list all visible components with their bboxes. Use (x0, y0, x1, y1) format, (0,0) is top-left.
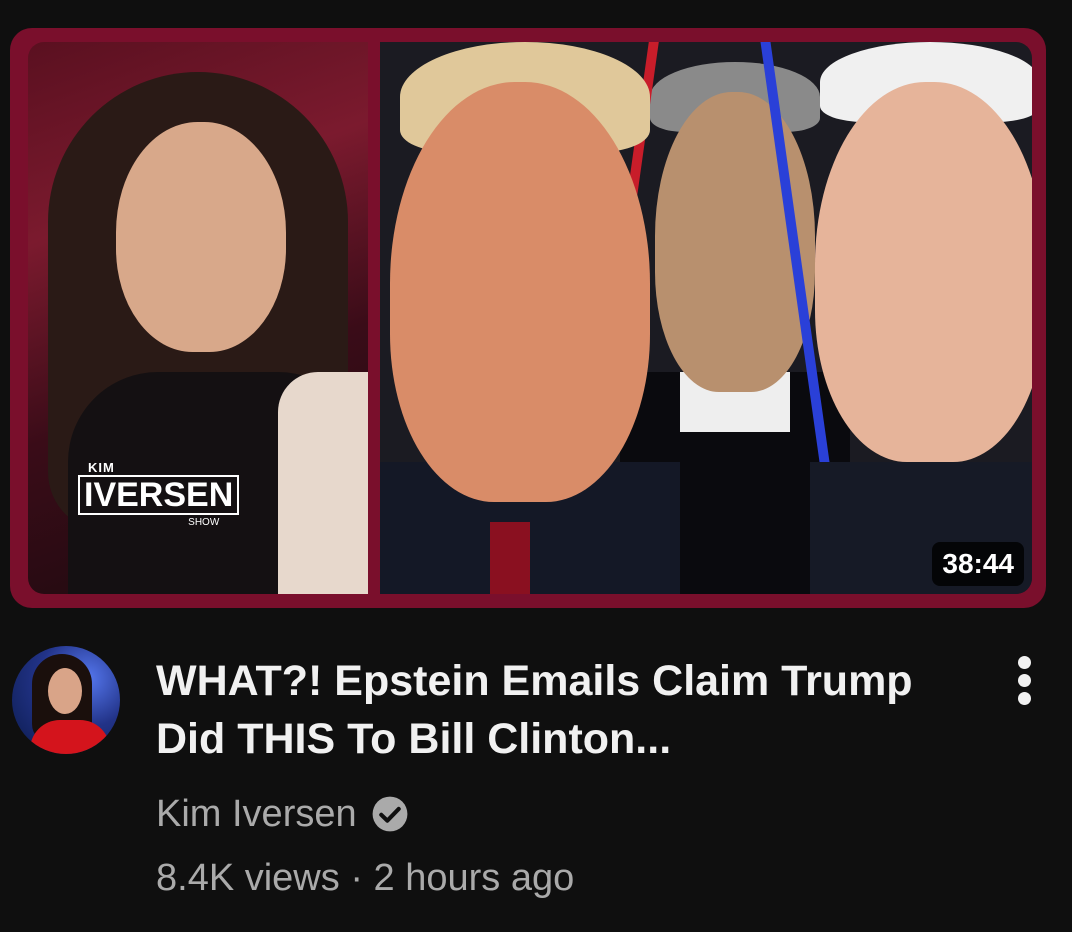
figure1-face (390, 82, 650, 502)
channel-name[interactable]: Kim Iversen (156, 790, 357, 838)
host-face (116, 122, 286, 352)
video-card[interactable]: KIM IVERSEN SHOW 38:44 WHAT?! Epstein Em… (0, 0, 1072, 932)
more-vert-icon (1017, 656, 1031, 669)
avatar-face (48, 668, 82, 714)
logo-kim-text: KIM (88, 460, 115, 475)
logo-show-text: SHOW (188, 517, 220, 528)
check-circle-icon (372, 796, 408, 832)
more-vert-icon-dot (1017, 692, 1031, 705)
figure1-tie (490, 522, 530, 594)
thumbnail-host-panel: KIM IVERSEN SHOW (28, 42, 368, 594)
channel-row[interactable]: Kim Iversen (156, 790, 409, 838)
figure3-face (815, 82, 1032, 462)
logo-main-text: IVERSEN (78, 475, 240, 515)
channel-avatar[interactable] (12, 646, 120, 754)
more-vert-icon-dot (1017, 674, 1031, 687)
show-logo: KIM IVERSEN SHOW (78, 460, 240, 528)
video-title[interactable]: WHAT?! Epstein Emails Claim Trump Did TH… (156, 652, 976, 768)
view-count: 8.4K views (156, 857, 340, 899)
video-metadata: 8.4K views · 2 hours ago (156, 854, 574, 902)
duration-badge: 38:44 (932, 542, 1024, 586)
more-options-button[interactable] (1004, 656, 1044, 712)
upload-age: 2 hours ago (373, 857, 575, 899)
avatar-body (30, 720, 110, 754)
host-jacket (278, 372, 368, 594)
video-thumbnail[interactable]: KIM IVERSEN SHOW 38:44 (10, 28, 1046, 608)
metadata-separator: · (350, 857, 363, 899)
thumbnail-collage-panel (380, 42, 1032, 594)
